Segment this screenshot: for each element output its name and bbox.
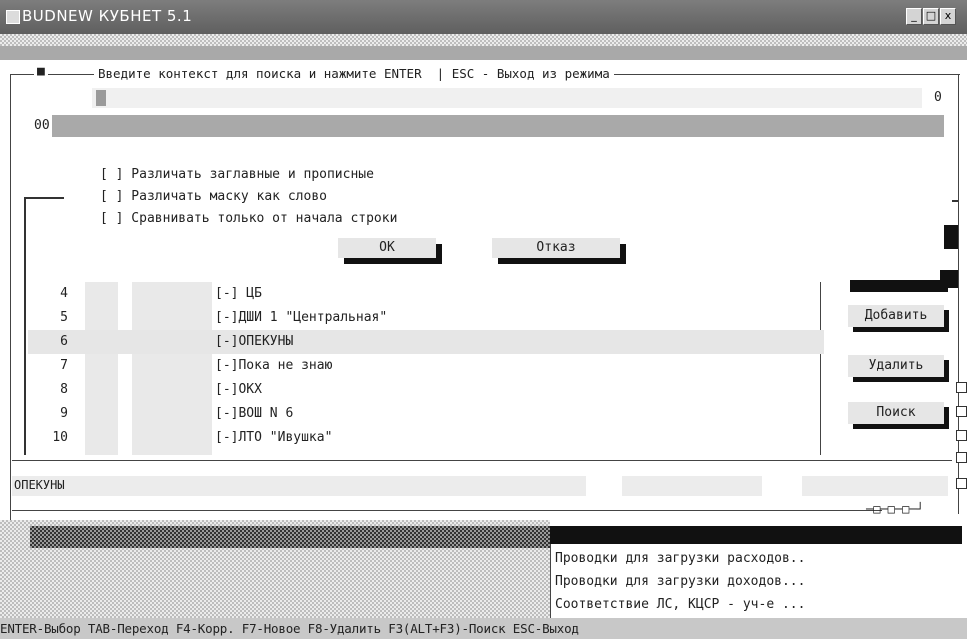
window-title: BUDNEW КУБНЕТ 5.1 <box>22 7 193 25</box>
search-input[interactable] <box>92 88 922 108</box>
row-item: [-]ВОШ N 6 <box>215 406 294 421</box>
counter-left: 00 <box>34 118 50 133</box>
list-row[interactable]: 9 [-]ВОШ N 6 <box>40 402 820 426</box>
report-item[interactable]: Проводки для загрузки расходов.. <box>555 548 805 570</box>
row-item: [-]ОПЕКУНЫ <box>215 334 294 349</box>
row-item: [-]ОКХ <box>215 382 262 397</box>
option-case-sensitive[interactable]: [ ] Различать заглавные и прописные <box>100 164 374 186</box>
current-value-field[interactable] <box>12 476 586 496</box>
reports-header <box>550 526 962 544</box>
row-item: [-]Пока не знаю <box>215 358 333 373</box>
list-row[interactable]: 7 [-]Пока не знаю <box>40 354 820 378</box>
row-item: [-]ЛТО "Ивушка" <box>215 430 333 445</box>
scroll-block <box>944 225 958 249</box>
list-row[interactable]: 4 [-] ЦБ <box>40 282 820 306</box>
progress-bar <box>52 115 944 137</box>
panel-left-line <box>24 197 26 455</box>
counter-right: 0 <box>934 90 942 105</box>
cancel-button[interactable]: Отказ <box>492 238 620 258</box>
reports-divider <box>550 544 551 618</box>
side-button-shadow <box>850 280 948 292</box>
separator <box>12 510 882 511</box>
text-cursor <box>96 90 106 106</box>
title-bar: BUDNEW КУБНЕТ 5.1 _ □ x <box>0 0 967 34</box>
close-button[interactable]: x <box>940 8 956 25</box>
row-number: 8 <box>60 382 68 397</box>
edge-mark <box>956 478 967 489</box>
row-number: 6 <box>60 334 68 349</box>
edge-mark <box>956 382 967 393</box>
row-number: 4 <box>60 286 68 301</box>
minimize-button[interactable]: _ <box>906 8 922 25</box>
search-button[interactable]: Поиск <box>848 402 944 424</box>
row-number: 9 <box>60 406 68 421</box>
edge-mark <box>956 452 967 463</box>
panel-right-tick <box>952 200 958 202</box>
edge-mark <box>956 430 967 441</box>
search-prompt: Введите контекст для поиска и нажмите EN… <box>94 66 614 81</box>
field-box <box>802 476 948 496</box>
lower-dark-bar <box>30 526 550 548</box>
panel-corner <box>24 197 64 199</box>
search-indicator: ■ <box>34 64 48 79</box>
list-row[interactable]: 10 [-]ЛТО "Ивушка" <box>40 426 820 450</box>
status-bar: ENTER-Выбор TAB-Переход F4-Корр. F7-Ново… <box>0 618 967 639</box>
list-row[interactable]: 8 [-]ОКХ <box>40 378 820 402</box>
header-strip <box>0 46 967 60</box>
edge-mark <box>956 406 967 417</box>
list-row[interactable]: 5 [-]ДШИ 1 "Центральная" <box>40 306 820 330</box>
list-row-selected[interactable]: 6 [-]ОПЕКУНЫ <box>40 330 820 354</box>
dialog-right-border <box>958 74 959 514</box>
option-whole-word[interactable]: [ ] Различать маску как слово <box>100 186 327 208</box>
add-button[interactable]: Добавить <box>848 305 944 327</box>
delete-button[interactable]: Удалить <box>848 355 944 377</box>
app-icon <box>6 10 20 24</box>
option-line-start[interactable]: [ ] Сравнивать только от начала строки <box>100 208 397 230</box>
row-item: [-]ДШИ 1 "Центральная" <box>215 310 388 325</box>
row-item: [-] ЦБ <box>215 286 262 301</box>
maximize-button[interactable]: □ <box>923 8 939 25</box>
separator <box>12 460 952 461</box>
field-box <box>622 476 762 496</box>
current-value: ОПЕКУНЫ <box>14 478 65 492</box>
report-item[interactable]: Проводки для загрузки доходов... <box>555 571 805 593</box>
report-item[interactable]: Соответствие ЛС, КЦСР - уч-е ... <box>555 594 805 616</box>
row-number: 5 <box>60 310 68 325</box>
dialog-left-border <box>10 74 11 524</box>
ok-button[interactable]: ОК <box>338 238 436 258</box>
menu-strip <box>0 34 967 46</box>
footer-marks: ─□─□─□─┘ <box>866 502 924 516</box>
row-number: 10 <box>52 430 68 445</box>
row-number: 7 <box>60 358 68 373</box>
